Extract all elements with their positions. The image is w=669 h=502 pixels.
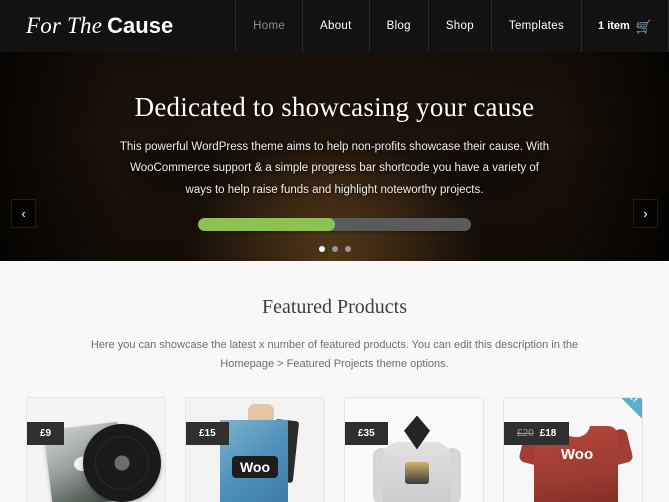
product-price: £9 [40, 427, 52, 439]
progress-bar-track [198, 217, 471, 231]
slider-next-arrow-icon[interactable]: › [633, 199, 658, 228]
slider-prev-arrow-icon[interactable]: ‹ [11, 199, 36, 228]
featured-products-section: Featured Products Here you can showcase … [0, 261, 669, 502]
product-image-grey-hoodie [345, 398, 483, 502]
product-card[interactable]: Woo £15 [185, 396, 325, 502]
nav-item-home[interactable]: Home [235, 0, 302, 52]
nav-item-blog[interactable]: Blog [368, 0, 428, 52]
featured-products-title: Featured Products [262, 296, 407, 318]
slider-dot-3[interactable] [344, 245, 351, 252]
product-image-woo-poster: Woo [186, 398, 324, 502]
progress-bar-fill [198, 217, 335, 231]
product-grid: £9 Woo £15 £35 Woo £20 £18 [0, 396, 669, 502]
hero-content: Dedicated to showcasing your cause This … [0, 52, 669, 261]
nav-item-templates[interactable]: Templates [490, 0, 581, 52]
product-card[interactable]: £9 [26, 396, 166, 502]
logo-secondary-text: Cause [107, 13, 174, 38]
product-price-tag: £9 [27, 421, 65, 445]
nav-item-shop[interactable]: Shop [427, 0, 491, 52]
nav-item-about[interactable]: About [302, 0, 369, 52]
product-image-red-woo-tshirt: Woo [504, 398, 642, 502]
site-header: For The Cause Home About Blog Shop Templ… [0, 0, 669, 52]
slider-dot-1[interactable] [318, 245, 325, 252]
shopping-cart-icon: 🛒 [635, 18, 652, 34]
product-price: £15 [199, 427, 216, 439]
product-price-tag: £35 [345, 421, 388, 445]
slider-dot-2[interactable] [331, 245, 338, 252]
product-price: £35 [358, 427, 375, 439]
tshirt-graphic-text: Woo [560, 445, 594, 463]
product-card[interactable]: Woo SALE! £20 £18 [503, 396, 643, 502]
slider-dots [318, 245, 351, 252]
cart-item-count-label: 1 item [598, 20, 630, 32]
cart-button[interactable]: 1 item 🛒 [581, 0, 669, 52]
product-image-vinyl-record [27, 398, 165, 502]
site-logo[interactable]: For The Cause [0, 0, 173, 52]
product-price-tag: £15 [186, 421, 229, 445]
product-old-price: £20 [517, 427, 534, 439]
product-price-tag: £20 £18 [504, 421, 570, 445]
hero-title: Dedicated to showcasing your cause [134, 92, 535, 122]
logo-primary-text: For The [26, 13, 103, 38]
hero-slider: Dedicated to showcasing your cause This … [0, 52, 669, 261]
hero-description: This powerful WordPress theme aims to he… [119, 141, 550, 196]
main-navigation: Home About Blog Shop Templates 1 item 🛒 [235, 0, 669, 52]
product-price: £18 [539, 427, 557, 439]
featured-products-description: Here you can showcase the latest x numbe… [90, 339, 579, 371]
product-card[interactable]: £35 [344, 396, 484, 502]
